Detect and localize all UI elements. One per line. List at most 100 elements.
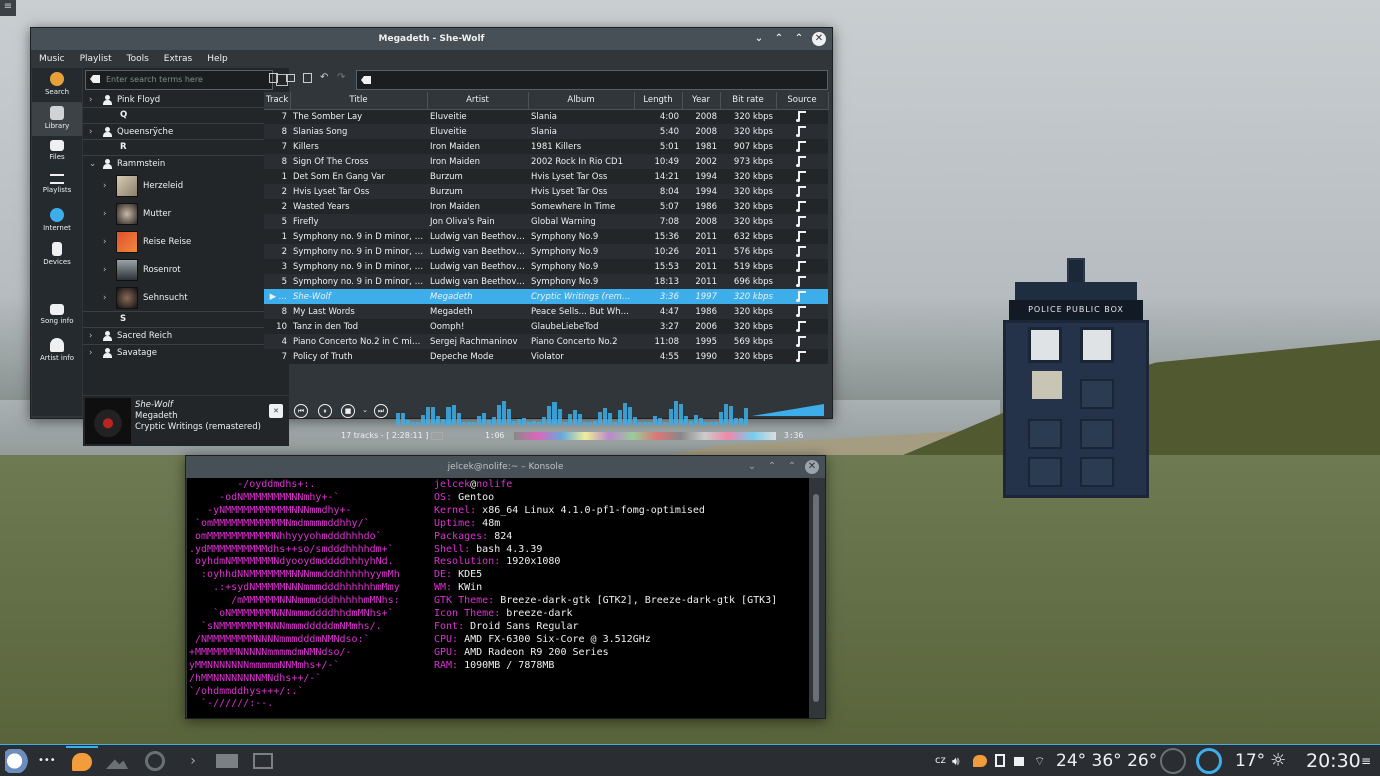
column-length[interactable]: Length [634,92,683,110]
seek-moodbar[interactable] [514,432,776,440]
task-konsole[interactable]: › [180,749,206,773]
tree-album-item[interactable]: › Herzeleid [83,172,279,200]
clear-icon[interactable] [90,75,100,83]
chevron-right-icon[interactable]: › [103,172,106,200]
clear-playlist-button[interactable]: ✕ [269,404,283,418]
playlist-row[interactable]: 2 Wasted Years Iron Maiden Somewhere In Tim… [264,199,828,214]
minimize-button[interactable]: ⌃ [765,459,779,475]
menu-extras[interactable]: Extras [164,50,192,68]
digital-clock[interactable]: 20:30 [1306,745,1361,776]
task-browser[interactable] [142,749,168,773]
application-launcher-icon[interactable] [5,749,29,773]
chevron-right-icon[interactable]: › [103,284,106,312]
tree-album-item[interactable]: › Mutter [83,200,279,228]
playlist-row[interactable]: 1 Symphony no. 9 in D minor, o... Ludwig v… [264,229,828,244]
task-clementine[interactable] [66,746,98,776]
chevron-right-icon[interactable]: › [103,228,106,256]
chevron-right-icon[interactable]: › [103,256,106,284]
terminal-scrollbar[interactable] [811,478,822,718]
chevron-right-icon[interactable]: › [89,92,92,108]
new-playlist-icon[interactable] [269,73,278,83]
undo-icon[interactable]: ↶ [320,73,329,83]
sidebar-item-search[interactable]: Search [32,68,82,102]
previous-button[interactable]: ⏮ [294,404,308,418]
playlist-row[interactable]: 2 Hvis Lyset Tar Oss Burzum Hvis Lyset Tar … [264,184,828,199]
sidebar-item-devices[interactable]: Devices [32,238,82,272]
column-track[interactable]: Track [264,92,291,110]
playlist-row[interactable]: 8 Slanias Song Eluveitie Slania 5:40 2008 320 … [264,124,828,139]
analyzer-visualization[interactable] [396,398,749,425]
minimize-button[interactable]: ⌃ [772,31,786,47]
chevron-down-icon[interactable]: ⌄ [745,459,759,475]
chevron-down-icon[interactable]: ⌄ [752,31,766,47]
column-bitrate[interactable]: Bit rate [720,92,777,110]
pause-button[interactable]: ⏸ [318,404,332,418]
tree-artist-item[interactable]: › Savatage [83,345,279,362]
maximize-button[interactable]: ⌃ [792,31,806,47]
chevron-down-icon[interactable]: ⌄ [358,404,372,418]
sidebar-item-internet[interactable]: Internet [32,204,82,238]
network-icon[interactable]: ⌔ [1034,749,1045,773]
tree-artist-item[interactable]: › Queensrÿche [83,124,279,140]
next-button[interactable]: ⏭ [374,404,388,418]
tree-artist-item[interactable]: › Pink Floyd [83,92,279,108]
playlist-row[interactable]: 7 Killers Iron Maiden 1981 Killers 5:01 1981 9… [264,139,828,154]
tree-album-item[interactable]: › Sehnsucht [83,284,279,312]
sidebar-item-files[interactable]: Files [32,136,82,170]
weather-temperature[interactable]: 17° [1235,745,1265,776]
volume-icon[interactable]: 🔊︎ [952,749,960,773]
sidebar-item-library[interactable]: Library [32,102,82,136]
terminal-output[interactable]: -/oyddmdhs+:. -odNMMMMMMMMNNmhy+-` -yNMM… [187,478,809,718]
more-dots[interactable]: ••• [38,749,56,773]
chevron-right-icon[interactable]: › [103,200,106,228]
tree-album-item[interactable]: › Reise Reise [83,228,279,256]
chevron-right-icon[interactable]: › [89,328,92,345]
task-image-viewer[interactable] [104,749,130,773]
playlist-row[interactable]: 4 Piano Concerto No.2 in C min... Sergej R… [264,334,828,349]
temperature-readouts[interactable]: 24° 36° 26° [1056,745,1157,776]
redo-icon[interactable]: ↷ [337,73,346,83]
playlist-row[interactable]: 3 Symphony no. 9 in D minor, o... Ludwig v… [264,259,828,274]
menu-tools[interactable]: Tools [127,50,149,68]
task-mail[interactable] [214,749,240,773]
panel-menu-icon[interactable]: ≡ [1361,749,1371,773]
chevron-right-icon[interactable]: › [89,345,92,362]
clipboard-icon[interactable] [995,754,1005,767]
column-title[interactable]: Title [290,92,428,110]
keyboard-layout[interactable]: cz [935,749,946,773]
sidebar-item-artist-info[interactable]: Artist info [32,334,82,368]
task-window[interactable] [250,749,276,773]
chevron-down-icon[interactable]: ⌄ [89,156,96,172]
close-button[interactable]: ✕ [805,460,819,474]
volume-slider[interactable] [752,404,824,416]
column-year[interactable]: Year [682,92,721,110]
playlist-row[interactable]: 8 Sign Of The Cross Iron Maiden 2002 Rock I… [264,154,828,169]
clementine-tray-icon[interactable] [973,755,987,767]
memory-gauge[interactable] [1196,748,1222,774]
konsole-titlebar[interactable]: jelcek@nolife:~ – Konsole ⌄ ⌃ ⌃ ✕ [186,456,825,478]
column-artist[interactable]: Artist [427,92,529,110]
column-album[interactable]: Album [528,92,635,110]
playlist-row[interactable]: 5 Firefly Jon Oliva's Pain Global Warning 7:… [264,214,828,229]
tree-artist-item[interactable]: › Sacred Reich [83,328,279,345]
playlist-row[interactable]: 7 Policy of Truth Depeche Mode Violator 4:55… [264,349,828,364]
playlist-row[interactable]: 10 Tanz in den Tod Oomph! GlaubeLiebeTod 3:2… [264,319,828,334]
playlist-row[interactable]: 2 Symphony no. 9 in D minor, o... Ludwig v… [264,244,828,259]
tree-artist-item[interactable]: ⌄ Rammstein [83,156,279,172]
maximize-button[interactable]: ⌃ [785,459,799,475]
menu-music[interactable]: Music [39,50,65,68]
menu-playlist[interactable]: Playlist [80,50,112,68]
lock-icon[interactable] [1014,757,1024,766]
clementine-titlebar[interactable]: Megadeth - She-Wolf ⌄ ⌃ ⌃ ✕ [31,28,832,50]
sidebar-item-song-info[interactable]: Song info [32,300,82,334]
cpu-gauge[interactable] [1160,748,1186,774]
playlist-mode-icon[interactable] [431,432,443,440]
desktop-toolbox-button[interactable]: ≡ [0,0,16,16]
playlist-row[interactable]: 5 Symphony no. 9 in D minor, o... Ludwig v… [264,274,828,289]
sidebar-item-playlists[interactable]: Playlists [32,170,82,204]
chevron-right-icon[interactable]: › [89,124,92,140]
library-search-input[interactable]: Enter search terms here [85,70,273,90]
load-playlist-icon[interactable] [286,74,295,82]
playlist-filter-input[interactable] [356,70,828,90]
weather-sun-icon[interactable]: ☼ [1270,749,1286,773]
